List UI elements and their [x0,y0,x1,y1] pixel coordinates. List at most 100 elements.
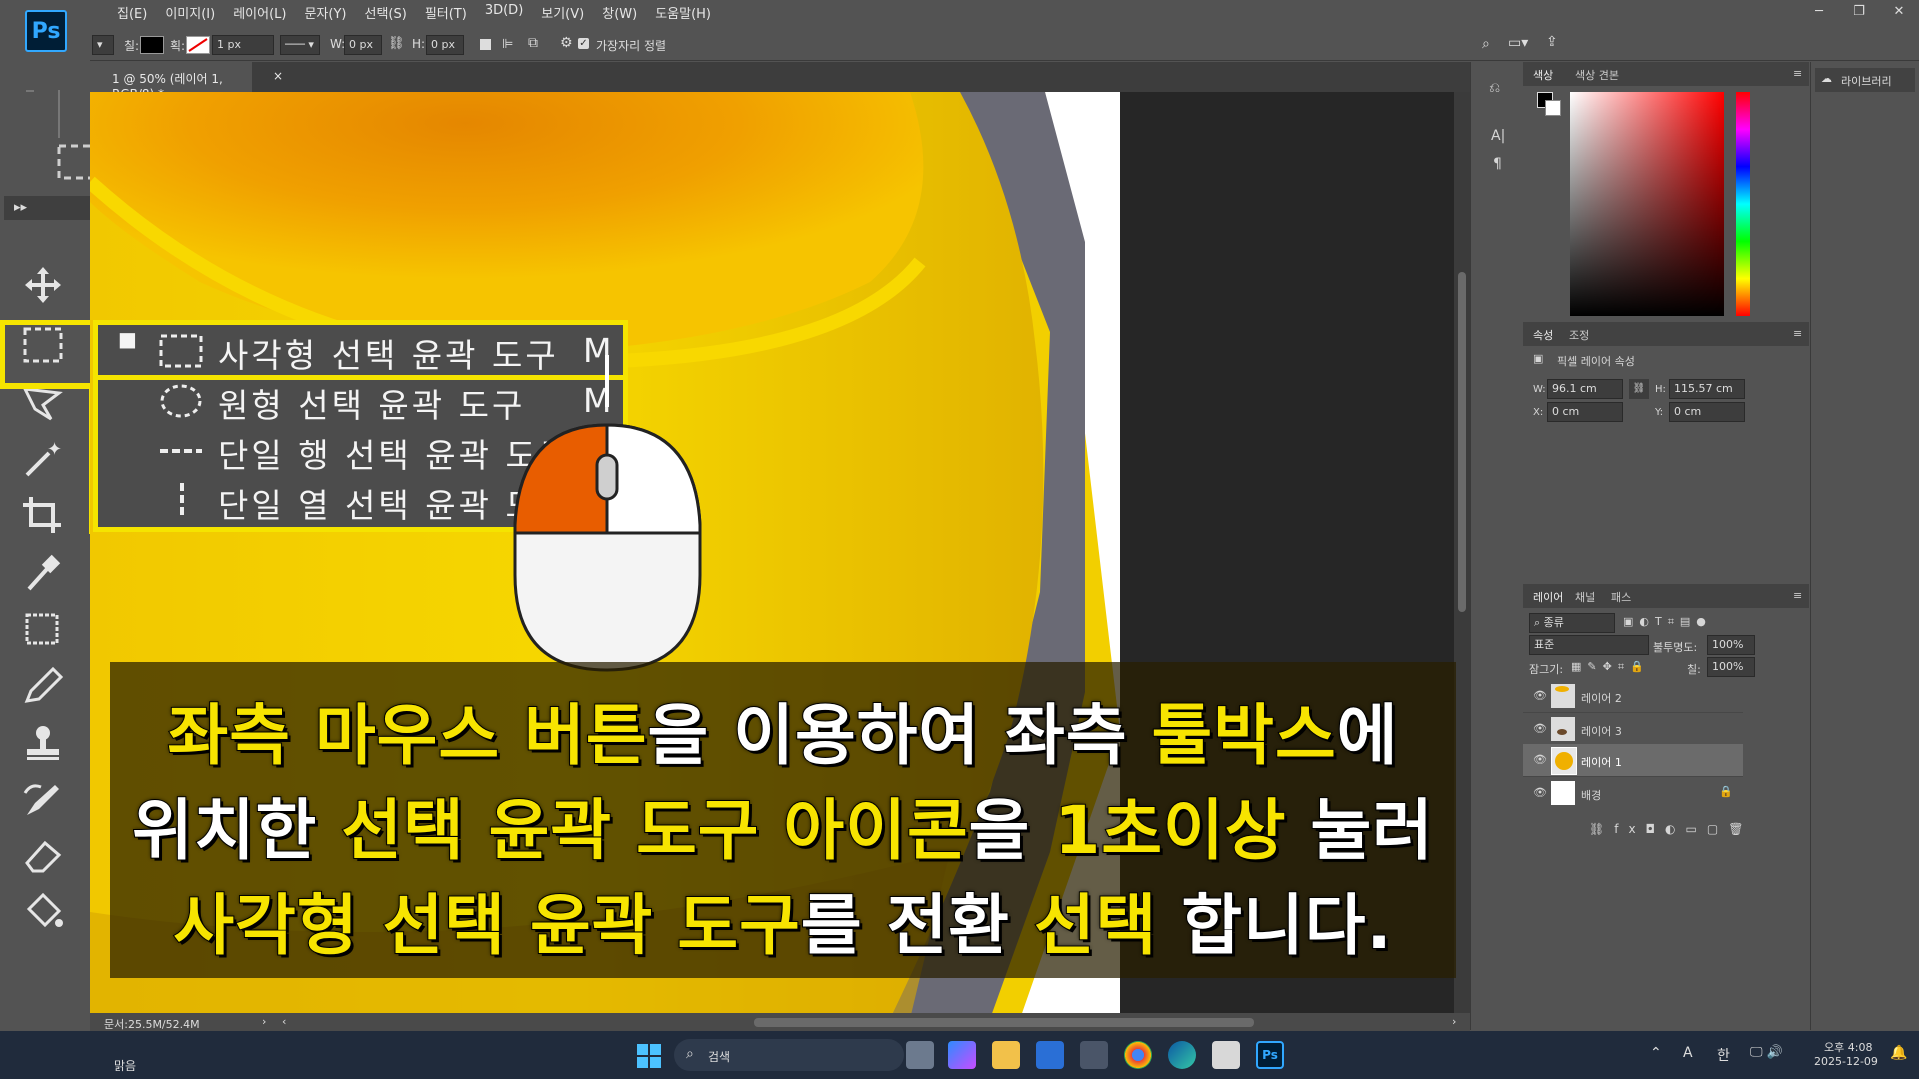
tab-layers[interactable]: 레이어 [1533,589,1563,605]
clone-stamp-tool-icon[interactable] [18,718,68,768]
weather-text[interactable]: 맑음 [114,1057,136,1074]
panel-menu-icon[interactable]: ≡ [1793,327,1802,340]
notification-bell-icon[interactable]: 🔔 [1890,1045,1907,1061]
crop-tool-icon[interactable] [18,490,68,540]
link-icon[interactable]: ⛓ [388,36,405,51]
menu-type[interactable]: 문자(Y) [295,3,355,22]
fill-swatch[interactable] [140,36,164,54]
width-field[interactable]: 0 px [344,35,382,55]
tool-preset-picker[interactable]: ▾ [92,35,114,55]
scroll-right-icon[interactable]: › [1452,1015,1456,1028]
align-edges-checkbox[interactable]: ✓ [578,38,589,49]
libraries-button[interactable]: ☁ 라이브러리 [1815,68,1915,92]
chevron-up-icon[interactable]: ⌃ [1650,1045,1662,1061]
menu-image[interactable]: 이미지(I) [156,3,224,22]
vertical-scrollbar-thumb[interactable] [1458,272,1466,612]
menu-edit[interactable]: 집(E) [108,3,156,22]
character-panel-icon[interactable]: A| [1491,128,1505,144]
healing-brush-tool-icon[interactable] [18,604,68,654]
prop-w-field[interactable]: 96.1 cm [1547,379,1623,399]
eraser-tool-icon[interactable] [18,830,68,880]
color-picker-field[interactable] [1570,92,1724,316]
store-icon[interactable] [1036,1041,1064,1069]
tab-swatches[interactable]: 색상 견본 [1575,67,1619,83]
paint-bucket-tool-icon[interactable] [18,886,68,936]
history-panel-icon[interactable]: ⎌ [1489,80,1500,96]
path-arrangement-icon[interactable]: ⧉ [528,35,538,51]
visibility-eye-icon[interactable]: 👁 [1533,689,1547,702]
path-operations-icon[interactable] [480,39,491,50]
clock-date[interactable]: 2025-12-09 [1814,1055,1878,1068]
gear-icon[interactable]: ⚙ [560,35,573,51]
close-button[interactable]: ✕ [1879,0,1919,22]
edge-icon[interactable] [1168,1041,1196,1069]
paragraph-panel-icon[interactable]: ¶ [1493,156,1502,172]
file-explorer-icon[interactable] [992,1041,1020,1069]
network-volume-icons[interactable]: 🖵 🔊 [1750,1045,1783,1060]
task-view-icon[interactable] [906,1041,934,1069]
menu-layer[interactable]: 레이어(L) [224,3,295,22]
document-tab-close-icon[interactable]: × [273,69,283,83]
fill-field[interactable]: 100% [1707,657,1755,677]
tool-preset-marquee[interactable] [8,82,82,142]
horizontal-scrollbar-thumb[interactable] [754,1018,1254,1027]
ime-english-indicator[interactable]: A [1683,1045,1693,1061]
visibility-eye-icon[interactable]: 👁 [1533,786,1547,799]
panel-menu-icon[interactable]: ≡ [1793,589,1802,602]
magic-wand-tool-icon[interactable]: ✦ [18,434,68,484]
layer-row[interactable]: 👁 레이어 2 [1523,680,1743,712]
panel-menu-icon[interactable]: ≡ [1793,67,1802,80]
stroke-swatch[interactable] [186,36,210,54]
stroke-type-dropdown[interactable]: ─── ▾ [280,35,320,55]
opacity-field[interactable]: 100% [1707,635,1755,655]
search-icon[interactable]: ⌕ [1482,36,1490,52]
layer-row[interactable]: 👁 배경 🔒 [1523,776,1743,809]
prop-h-field[interactable]: 115.57 cm [1669,379,1745,399]
layer-actions-icons[interactable]: ⛓fx◘◐▭▢🗑 [1589,822,1753,836]
tab-channels[interactable]: 채널 [1575,589,1595,605]
layer-filter-dropdown[interactable]: ⌕ 종류 [1529,613,1615,633]
tab-adjustments[interactable]: 조정 [1569,327,1589,343]
tab-color[interactable]: 색상 [1533,67,1553,83]
layer-filter-icons[interactable]: ▣◐T⌗▤● [1623,615,1712,629]
document-tab[interactable]: 1 @ 50% (레이어 1, RGB/8) * × [90,62,283,101]
prop-y-field[interactable]: 0 cm [1669,402,1745,422]
share-icon[interactable]: ⇪ [1546,34,1558,50]
visibility-eye-icon[interactable]: 👁 [1533,753,1547,766]
brush-tool-icon[interactable] [18,660,68,710]
ime-korean-indicator[interactable]: 한 [1717,1045,1730,1065]
photoshop-taskbar-icon[interactable]: Ps [1256,1041,1284,1069]
hue-slider[interactable] [1736,92,1750,316]
stroke-width-field[interactable]: 1 px [212,35,274,55]
taskbar-search-box[interactable]: ⌕ 검색 [674,1039,904,1071]
menu-view[interactable]: 보기(V) [532,3,593,22]
visibility-eye-icon[interactable]: 👁 [1533,722,1547,735]
workspace-icon[interactable]: ▭▾ [1508,35,1528,51]
app-icon[interactable] [1212,1041,1240,1069]
menu-select[interactable]: 선택(S) [355,3,415,22]
background-color-swatch[interactable] [1545,100,1561,116]
blend-mode-dropdown[interactable]: 표준 [1529,635,1649,655]
eyedropper-tool-icon[interactable] [18,548,68,598]
history-brush-tool-icon[interactable] [18,774,68,824]
move-tool-icon[interactable] [18,260,68,310]
tab-properties[interactable]: 속성 [1533,327,1553,343]
minimize-button[interactable]: ─ [1799,0,1839,22]
clock-time[interactable]: 오후 4:08 [1824,1039,1872,1055]
layer-row-selected[interactable]: 👁 레이어 1 [1523,744,1743,776]
layer-row[interactable]: 👁 레이어 3 [1523,712,1743,745]
expand-panel-icon[interactable]: ▸▸ [4,196,94,220]
scroll-left-icon[interactable]: ‹ [282,1015,286,1028]
lock-icons[interactable]: ▦✎✥⌗🔒 [1571,660,1650,674]
menu-filter[interactable]: 필터(T) [416,3,476,22]
menu-help[interactable]: 도움말(H) [646,3,720,22]
prop-link-icon[interactable]: ⛓ [1629,379,1649,399]
status-menu-chevron-icon[interactable]: › [262,1015,266,1028]
chrome-icon[interactable] [1124,1041,1152,1069]
restore-button[interactable]: ❐ [1839,0,1879,22]
prop-x-field[interactable]: 0 cm [1547,402,1623,422]
height-field[interactable]: 0 px [426,35,464,55]
menu-window[interactable]: 창(W) [593,3,646,22]
start-icon[interactable] [636,1043,662,1069]
path-alignment-icon[interactable]: ⊫ [502,37,513,52]
